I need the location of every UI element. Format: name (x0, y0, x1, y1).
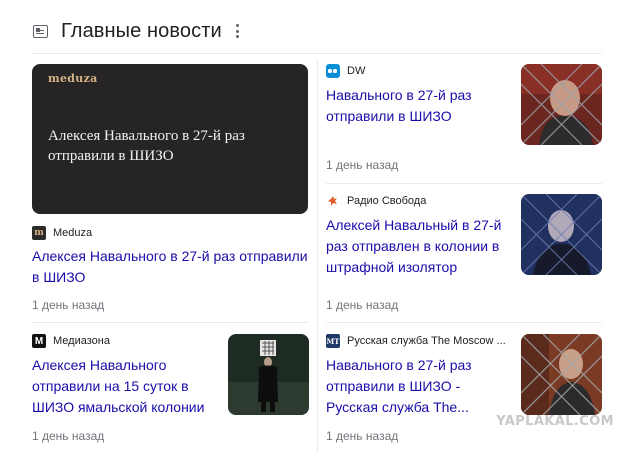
section-title: Главные новости (61, 19, 222, 42)
mediazona-logo-icon: М (32, 334, 46, 348)
more-vert-icon[interactable] (236, 24, 240, 38)
source-name: Meduza (53, 227, 93, 239)
card-source: М Медиазона (32, 334, 110, 348)
dw-logo-icon (326, 64, 340, 78)
card-time: 1 день назад (326, 429, 399, 443)
moscow-times-logo-icon: MT (326, 334, 340, 348)
meduza-logo-icon: m (32, 226, 46, 240)
card-thumbnail[interactable] (521, 334, 602, 415)
header-divider (32, 53, 602, 54)
source-name: Радио Свобода (347, 195, 427, 207)
card-headline-link[interactable]: Навального в 27-й раз отправили в ШИЗО (326, 85, 511, 127)
card-thumbnail[interactable] (228, 334, 309, 415)
card-headline-link[interactable]: Алексея Навального отправили на 15 суток… (32, 355, 217, 418)
featured-time: 1 день назад (32, 298, 105, 312)
source-name: DW (347, 65, 366, 77)
card-source: MT Русская служба The Moscow ... (326, 334, 506, 348)
newspaper-icon (33, 24, 48, 38)
card-thumbnail[interactable] (521, 64, 602, 145)
radio-svoboda-logo-icon (326, 194, 340, 208)
watermark: YAPLAKAL.COM (496, 414, 614, 429)
card-headline-link[interactable]: Алексей Навальный в 27-й раз отправлен в… (326, 215, 511, 278)
column-divider (317, 60, 318, 452)
source-name: Русская служба The Moscow ... (347, 335, 506, 347)
row-divider (326, 183, 602, 184)
featured-headline-link[interactable]: Алексея Навального в 27-й раз отправили … (32, 246, 314, 288)
row-divider (32, 322, 308, 323)
card-source: Радио Свобода (326, 194, 426, 208)
meduza-logo: meduza (48, 72, 98, 85)
card-time: 1 день назад (326, 158, 399, 172)
card-thumbnail[interactable] (521, 194, 602, 275)
source-name: Медиазона (53, 335, 110, 347)
featured-image[interactable]: meduza Алексея Навального в 27-й раз отп… (32, 64, 308, 214)
row-divider (326, 322, 602, 323)
card-time: 1 день назад (326, 298, 399, 312)
featured-source: m Meduza (32, 226, 92, 240)
card-source: DW (326, 64, 365, 78)
card-headline-link[interactable]: Навального в 27-й раз отправили в ШИЗО -… (326, 355, 511, 418)
section-header: Главные новости (33, 18, 240, 44)
featured-image-headline: Алексея Навального в 27-й раз отправили … (48, 128, 245, 164)
card-time: 1 день назад (32, 429, 105, 443)
